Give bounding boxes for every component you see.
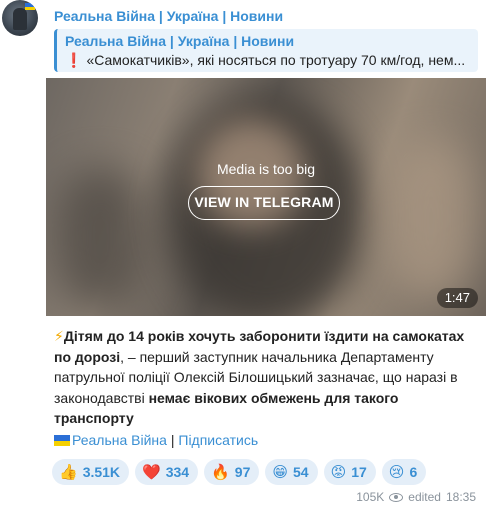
edited-label: edited [408, 490, 441, 504]
crying-face-icon: 😢 [388, 463, 405, 481]
ukraine-flag-icon [54, 435, 70, 446]
fire-icon: 🔥 [211, 463, 230, 481]
angry-face-icon: 😡 [330, 463, 347, 481]
video-media[interactable]: Media is too big VIEW IN TELEGRAM 1:47 [46, 78, 486, 316]
exclamation-icon: ❗ [65, 52, 83, 68]
lightning-icon: ⚡ [54, 328, 64, 344]
message-meta: 105K edited 18:35 [356, 490, 476, 504]
heart-icon: ❤️ [142, 463, 161, 481]
thumbs-up-icon: 👍 [59, 463, 78, 481]
eye-icon [389, 492, 404, 502]
video-duration-badge: 1:47 [436, 288, 478, 308]
reaction-grin[interactable]: 😁 54 [265, 459, 318, 485]
channel-link[interactable]: Реальна Війна [72, 432, 167, 448]
view-count: 105K [356, 490, 385, 504]
reply-preview[interactable]: Реальна Війна | Україна | Новини ❗ «Самок… [54, 29, 478, 72]
reply-text-content: «Самокатчиків», які носяться по тротуару… [86, 52, 466, 68]
reaction-count: 6 [409, 464, 418, 480]
reaction-count: 17 [351, 464, 367, 480]
reaction-count: 334 [165, 464, 190, 480]
media-too-big-message: Media is too big [216, 161, 316, 177]
subscribe-link[interactable]: Підписатись [178, 432, 258, 448]
reaction-crying[interactable]: 😢 6 [381, 459, 427, 485]
channel-signature: Реальна Війна | Підписатись [54, 432, 258, 448]
message-caption: ⚡Дітям до 14 років хочуть заборонити їзд… [54, 326, 480, 429]
channel-name[interactable]: Реальна Війна | Україна | Новини [54, 8, 283, 24]
reaction-fire[interactable]: 🔥 97 [204, 459, 260, 485]
media-blur-shape [56, 168, 146, 308]
reply-text: ❗ «Самокатчиків», які носяться по тротуар… [65, 50, 470, 70]
message-bubble: Реальна Війна | Україна | Новини Реальна… [46, 0, 486, 508]
reaction-count: 3.51K [82, 464, 121, 480]
reply-title: Реальна Війна | Україна | Новини [65, 33, 295, 49]
reactions-bar: 👍 3.51K ❤️ 334 🔥 97 😁 54 😡 17 😢 6 [52, 459, 427, 485]
ukraine-flag-icon [25, 3, 35, 10]
reaction-heart[interactable]: ❤️ 334 [135, 459, 199, 485]
grin-icon: 😁 [272, 463, 288, 481]
reaction-thumbs-up[interactable]: 👍 3.51K [52, 459, 130, 485]
avatar-figure [13, 8, 27, 30]
channel-avatar[interactable] [2, 0, 38, 36]
reaction-angry[interactable]: 😡 17 [323, 459, 376, 485]
reaction-count: 97 [234, 464, 251, 480]
signature-separator: | [166, 432, 179, 448]
reaction-count: 54 [293, 464, 309, 480]
message-time: 18:35 [445, 490, 476, 504]
view-in-telegram-button[interactable]: VIEW IN TELEGRAM [188, 186, 340, 220]
